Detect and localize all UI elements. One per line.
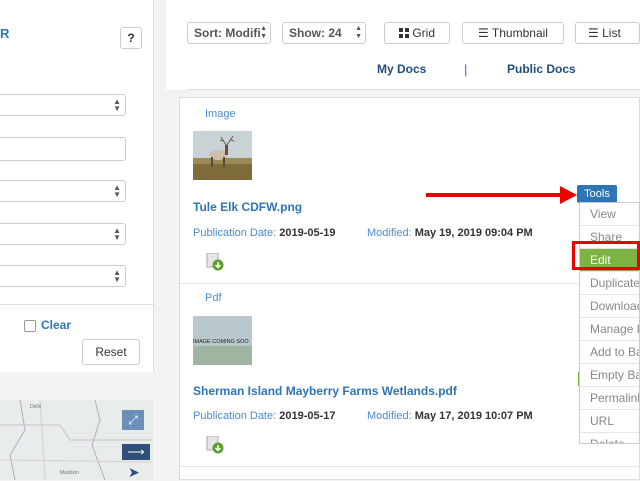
filter-select-4[interactable]: ▲ ▼: [0, 265, 126, 287]
modified-label: Modified:: [367, 227, 412, 239]
sort-select[interactable]: Sort: Modifi ▲ ▼: [187, 22, 271, 44]
select-arrows-icon: ▲ ▼: [113, 97, 121, 113]
show-label: Show: 24: [289, 26, 342, 40]
map-place-label: Delhi: [30, 404, 41, 410]
result-thumbnail[interactable]: [193, 131, 252, 180]
result-file-name[interactable]: Sherman Island Mayberry Farms Wetlands.p…: [193, 384, 457, 398]
list-view-button[interactable]: ☰ List: [575, 22, 640, 44]
sidebar-divider: [0, 304, 153, 305]
menu-item-manage[interactable]: Manage R: [580, 318, 639, 341]
result-file-name[interactable]: Tule Elk CDFW.png: [193, 200, 302, 214]
expand-map-icon[interactable]: ⤢: [122, 410, 144, 430]
list-icon: ☰: [588, 26, 599, 40]
result-modified-date: Modified: May 17, 2019 10:07 PM: [367, 410, 533, 422]
result-type-label: Image: [205, 108, 236, 120]
filter-text-input[interactable]: [0, 137, 126, 161]
thumbnail-label: Thumbnail: [491, 26, 548, 40]
grid-view-button[interactable]: Grid: [384, 22, 450, 44]
grid-icon: [398, 28, 409, 38]
modified-label: Modified:: [367, 410, 412, 422]
annotation-arrow-icon: [560, 186, 577, 204]
menu-item-download[interactable]: Download: [580, 295, 639, 318]
toolbar-divider: [187, 89, 640, 90]
tab-separator: |: [464, 62, 468, 77]
menu-item-view[interactable]: View: [580, 203, 639, 226]
map-place-label: Madison: [60, 470, 79, 476]
arrow-right-icon[interactable]: ⟶: [122, 444, 150, 460]
results-toolbar: [166, 0, 640, 90]
download-icon[interactable]: [206, 252, 224, 271]
tab-my-docs[interactable]: My Docs: [377, 62, 426, 76]
result-divider: [180, 283, 640, 284]
filter-select-1[interactable]: ▲ ▼: [0, 94, 126, 116]
result-type-label: Pdf: [205, 292, 222, 304]
placeholder-text: IMAGE COMING SOO: [193, 339, 249, 345]
help-button[interactable]: ?: [120, 27, 142, 49]
publication-date-value: 2019-05-17: [279, 410, 336, 422]
publication-date-label: Publication Date:: [193, 227, 277, 239]
clear-link[interactable]: Clear: [41, 318, 71, 332]
result-modified-date: Modified: May 19, 2019 09:04 PM: [367, 227, 533, 239]
clear-checkbox[interactable]: [24, 320, 36, 332]
tools-button[interactable]: Tools: [577, 185, 617, 203]
result-publication-date: Publication Date: 2019-05-19: [193, 227, 336, 239]
reset-button[interactable]: Reset: [82, 339, 140, 365]
placeholder-image: IMAGE COMING SOO: [193, 316, 252, 365]
menu-item-empty-basket[interactable]: Empty Ba: [580, 364, 639, 387]
menu-item-duplicate[interactable]: Duplicate: [580, 272, 639, 295]
select-arrows-icon: ▲ ▼: [113, 268, 121, 284]
menu-item-add-to-basket[interactable]: Add to Ba: [580, 341, 639, 364]
sort-label: Sort: Modifi: [194, 26, 261, 40]
select-arrows-icon: ▲ ▼: [113, 183, 121, 199]
tab-public-docs[interactable]: Public Docs: [507, 62, 576, 76]
elk-image: [193, 131, 252, 180]
filter-select-2[interactable]: ▲ ▼: [0, 180, 126, 202]
publication-date-label: Publication Date:: [193, 410, 277, 422]
tools-menu: View Share Edit Duplicate Download Manag…: [579, 202, 640, 444]
menu-item-delete[interactable]: Delete: [580, 433, 639, 443]
menu-item-url[interactable]: URL: [580, 410, 639, 433]
modified-value: May 17, 2019 10:07 PM: [414, 410, 533, 422]
filter-panel-title: R: [0, 26, 10, 41]
select-arrows-icon: ▲ ▼: [355, 25, 362, 40]
edit-highlight-box: [572, 241, 640, 270]
result-publication-date: Publication Date: 2019-05-17: [193, 410, 336, 422]
grid-label: Grid: [412, 26, 435, 40]
result-divider: [180, 466, 640, 467]
modified-value: May 19, 2019 09:04 PM: [414, 227, 533, 239]
filter-select-3[interactable]: ▲ ▼: [0, 223, 126, 245]
publication-date-value: 2019-05-19: [279, 227, 336, 239]
list-label: List: [602, 26, 621, 40]
result-thumbnail[interactable]: IMAGE COMING SOO: [193, 316, 252, 365]
select-arrows-icon: ▲ ▼: [113, 226, 121, 242]
menu-item-permalink[interactable]: Permalink: [580, 387, 639, 410]
annotation-arrow-shaft: [426, 193, 562, 197]
show-select[interactable]: Show: 24 ▲ ▼: [282, 22, 366, 44]
pointer-icon[interactable]: ➤: [128, 464, 140, 480]
thumbnail-view-button[interactable]: ☰ Thumbnail: [462, 22, 564, 44]
download-icon[interactable]: [206, 435, 224, 454]
thumbnail-list-icon: ☰: [478, 26, 489, 40]
select-arrows-icon: ▲ ▼: [260, 25, 267, 40]
